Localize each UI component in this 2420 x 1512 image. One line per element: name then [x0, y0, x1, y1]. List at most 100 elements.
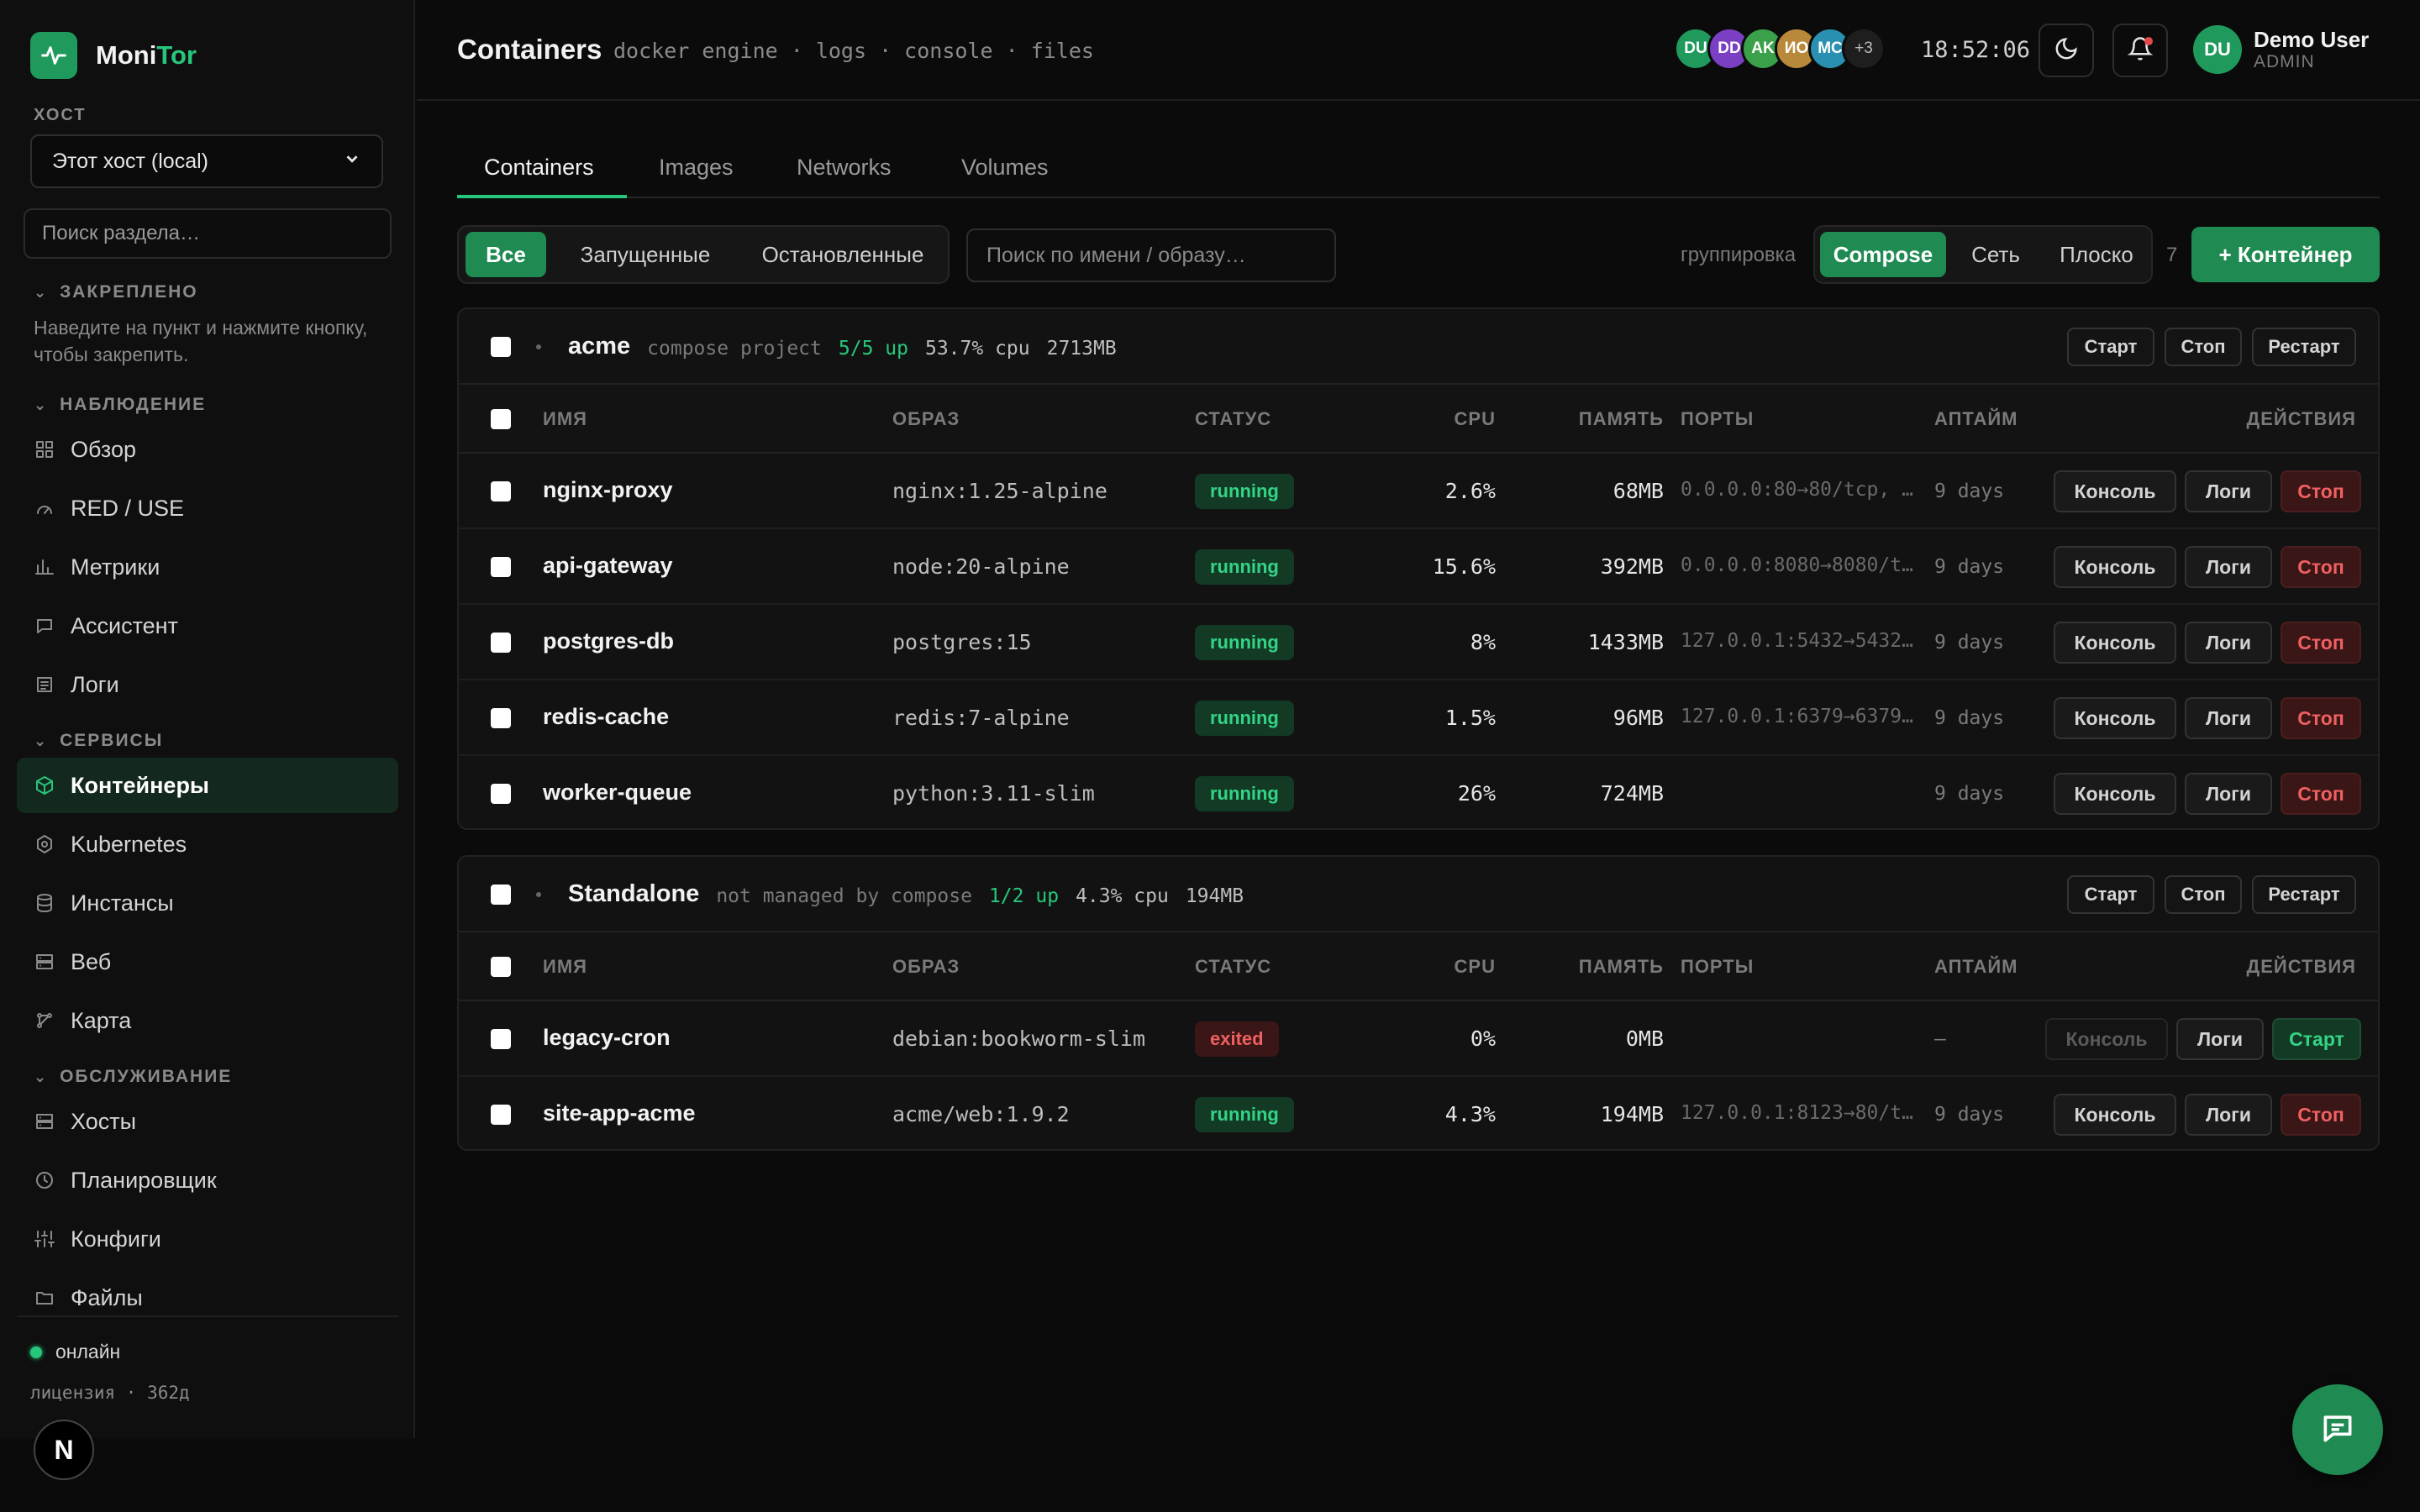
group-checkbox[interactable]: [491, 885, 511, 905]
stop-button[interactable]: Стоп: [2281, 773, 2361, 815]
table-row[interactable]: api-gateway node:20-alpine running 15.6%…: [459, 529, 2378, 605]
row-checkbox[interactable]: [491, 708, 511, 728]
group-stop-button[interactable]: Стоп: [2165, 328, 2242, 366]
group-collapse-toggle[interactable]: [536, 344, 541, 349]
tab-volumes[interactable]: Volumes: [961, 155, 1049, 181]
col-status[interactable]: СТАТУС: [1195, 408, 1271, 430]
logs-button[interactable]: Логи: [2185, 697, 2272, 739]
col-uptime[interactable]: АПТАЙМ: [1934, 408, 2018, 430]
select-all-checkbox[interactable]: [491, 957, 511, 977]
n-badge[interactable]: N: [34, 1420, 94, 1480]
col-name[interactable]: ИМЯ: [543, 408, 587, 430]
logs-button[interactable]: Логи: [2185, 1094, 2272, 1136]
select-all-checkbox[interactable]: [491, 409, 511, 429]
table-row[interactable]: worker-queue python:3.11-slim running 26…: [459, 756, 2378, 828]
section-search-input[interactable]: Поиск раздела…: [24, 208, 392, 259]
console-button[interactable]: Консоль: [2054, 697, 2176, 739]
logs-button[interactable]: Логи: [2176, 1018, 2264, 1060]
container-name[interactable]: api-gateway: [543, 553, 673, 579]
tab-networks[interactable]: Networks: [797, 155, 892, 181]
filter-running[interactable]: Запущенные: [556, 232, 734, 277]
container-name[interactable]: site-app-acme: [543, 1100, 696, 1126]
container-search-input[interactable]: Поиск по имени / образу…: [966, 228, 1336, 282]
table-row[interactable]: postgres-db postgres:15 running 8% 1433M…: [459, 605, 2378, 680]
sidebar-item-2-2[interactable]: Конфиги: [17, 1211, 398, 1267]
table-row[interactable]: redis-cache redis:7-alpine running 1.5% …: [459, 680, 2378, 756]
table-row[interactable]: legacy-cron debian:bookworm-slim exited …: [459, 1001, 2378, 1077]
sidebar-item-0-4[interactable]: Логи: [17, 657, 398, 712]
sidebar-item-1-2[interactable]: Инстансы: [17, 875, 398, 931]
row-checkbox[interactable]: [491, 784, 511, 804]
section-2[interactable]: ⌄ ОБСЛУЖИВАНИЕ: [34, 1067, 232, 1087]
tab-containers[interactable]: Containers: [484, 155, 594, 181]
row-checkbox[interactable]: [491, 481, 511, 501]
stop-button[interactable]: Стоп: [2281, 1094, 2361, 1136]
logs-button[interactable]: Логи: [2185, 773, 2272, 815]
row-checkbox[interactable]: [491, 1029, 511, 1049]
sidebar-item-1-3[interactable]: Веб: [17, 934, 398, 990]
col-uptime[interactable]: АПТАЙМ: [1934, 956, 2018, 978]
sidebar-item-2-3[interactable]: Файлы: [17, 1270, 398, 1326]
host-select[interactable]: Этот хост (local): [30, 134, 383, 188]
user-name[interactable]: Demo User: [2254, 27, 2369, 53]
col-status[interactable]: СТАТУС: [1195, 956, 1271, 978]
col-name[interactable]: ИМЯ: [543, 956, 587, 978]
stop-button[interactable]: Стоп: [2281, 697, 2361, 739]
table-row[interactable]: nginx-proxy nginx:1.25-alpine running 2.…: [459, 454, 2378, 529]
console-button[interactable]: Консоль: [2054, 1094, 2176, 1136]
presence-more[interactable]: +3: [1842, 27, 1886, 71]
theme-toggle-button[interactable]: [2039, 24, 2094, 77]
container-name[interactable]: postgres-db: [543, 628, 674, 654]
sidebar-item-0-2[interactable]: Метрики: [17, 539, 398, 595]
sidebar-item-0-0[interactable]: Обзор: [17, 422, 398, 477]
container-name[interactable]: nginx-proxy: [543, 477, 673, 503]
col-memory[interactable]: ПАМЯТЬ: [1579, 956, 1664, 978]
container-name[interactable]: redis-cache: [543, 704, 669, 730]
row-checkbox[interactable]: [491, 1105, 511, 1125]
row-checkbox[interactable]: [491, 633, 511, 653]
group-stop-button[interactable]: Стоп: [2165, 875, 2242, 914]
sidebar-item-0-1[interactable]: RED / USE: [17, 480, 398, 536]
filter-all[interactable]: Все: [466, 232, 546, 277]
col-cpu[interactable]: CPU: [1455, 956, 1496, 978]
grouping-compose[interactable]: Compose: [1820, 232, 1946, 277]
add-container-button[interactable]: + Контейнер: [2191, 227, 2380, 282]
console-button[interactable]: Консоль: [2054, 470, 2176, 512]
group-restart-button[interactable]: Рестарт: [2252, 328, 2356, 366]
sidebar-item-0-3[interactable]: Ассистент: [17, 598, 398, 654]
console-button[interactable]: Консоль: [2045, 1018, 2168, 1060]
section-pinned[interactable]: ⌄ ЗАКРЕПЛЕНО: [34, 282, 198, 302]
group-checkbox[interactable]: [491, 337, 511, 357]
stop-button[interactable]: Стоп: [2281, 546, 2361, 588]
table-row[interactable]: site-app-acme acme/web:1.9.2 running 4.3…: [459, 1077, 2378, 1149]
col-cpu[interactable]: CPU: [1455, 408, 1496, 430]
sidebar-item-2-1[interactable]: Планировщик: [17, 1152, 398, 1208]
console-button[interactable]: Консоль: [2054, 546, 2176, 588]
sidebar-item-2-0[interactable]: Хосты: [17, 1094, 398, 1149]
start-button[interactable]: Старт: [2272, 1018, 2361, 1060]
console-button[interactable]: Консоль: [2054, 622, 2176, 664]
col-image[interactable]: ОБРАЗ: [892, 956, 960, 978]
col-image[interactable]: ОБРАЗ: [892, 408, 960, 430]
sidebar-item-1-4[interactable]: Карта: [17, 993, 398, 1048]
stop-button[interactable]: Стоп: [2281, 470, 2361, 512]
container-name[interactable]: worker-queue: [543, 780, 692, 806]
group-start-button[interactable]: Старт: [2067, 328, 2154, 366]
group-start-button[interactable]: Старт: [2067, 875, 2154, 914]
user-avatar[interactable]: DU: [2193, 25, 2242, 74]
sidebar-item-1-0[interactable]: Контейнеры: [17, 758, 398, 813]
filter-stopped[interactable]: Остановленные: [743, 232, 943, 277]
notifications-button[interactable]: [2112, 24, 2168, 77]
logs-button[interactable]: Логи: [2185, 470, 2272, 512]
group-restart-button[interactable]: Рестарт: [2252, 875, 2356, 914]
tab-images[interactable]: Images: [659, 155, 734, 181]
row-checkbox[interactable]: [491, 557, 511, 577]
container-name[interactable]: legacy-cron: [543, 1025, 671, 1051]
chat-fab-button[interactable]: [2292, 1384, 2383, 1475]
presence-avatars[interactable]: DU DD AK ИО MC +3: [1674, 27, 1886, 71]
grouping-network[interactable]: Сеть: [1953, 232, 2039, 277]
stop-button[interactable]: Стоп: [2281, 622, 2361, 664]
logs-button[interactable]: Логи: [2185, 622, 2272, 664]
sidebar-item-1-1[interactable]: Kubernetes: [17, 816, 398, 872]
logs-button[interactable]: Логи: [2185, 546, 2272, 588]
